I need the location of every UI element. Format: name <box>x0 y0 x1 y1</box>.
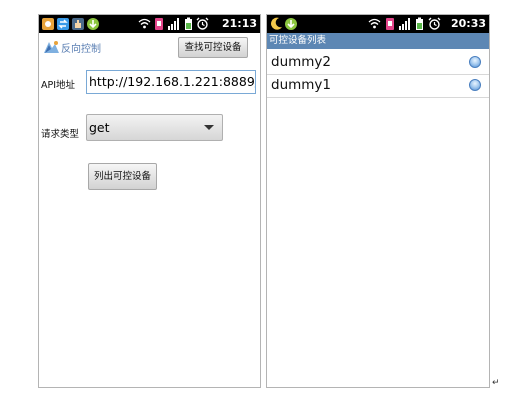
alarm-icon <box>196 17 209 30</box>
notification-hand-icon <box>72 18 84 30</box>
radio-button[interactable] <box>469 56 481 68</box>
api-url-input[interactable]: http://192.168.1.221:8889/ap <box>86 70 256 94</box>
list-item[interactable]: dummy2 <box>267 52 489 75</box>
request-type-select[interactable]: get <box>86 114 223 141</box>
find-devices-button[interactable]: 查找可控设备 <box>178 37 248 58</box>
signal-strength-icon <box>399 18 410 30</box>
list-devices-button[interactable]: 列出可控设备 <box>88 163 157 190</box>
status-bar: 21:13 <box>39 15 260 33</box>
status-bar: 20:33 <box>267 15 489 33</box>
battery-icon <box>416 17 423 30</box>
request-type-label: 请求类型 <box>41 129 80 140</box>
wifi-icon <box>138 18 151 29</box>
paragraph-mark: ↵ <box>492 378 500 388</box>
device-list-header: 可控设备列表 <box>267 33 489 49</box>
api-address-label: API地址 <box>41 80 76 91</box>
alarm-icon <box>428 17 441 30</box>
screen-main: 21:13 反向控制 查找可控设备 API地址 http://192.168.1… <box>38 14 261 388</box>
moon-icon <box>271 17 282 30</box>
list-item[interactable]: dummy1 <box>267 75 489 98</box>
signal-strength-icon <box>168 18 179 30</box>
notification-app-icon <box>42 18 54 30</box>
sim-alert-icon <box>155 18 163 30</box>
wifi-icon <box>368 18 381 29</box>
status-time: 20:33 <box>450 17 486 30</box>
battery-icon <box>185 17 192 30</box>
device-name: dummy1 <box>271 77 332 93</box>
device-name: dummy2 <box>271 54 332 70</box>
app-logo-icon <box>44 41 59 53</box>
notification-download-icon <box>285 18 297 30</box>
sim-alert-icon <box>386 18 394 30</box>
radio-button[interactable] <box>469 79 481 91</box>
dropdown-arrow-icon <box>204 125 214 130</box>
request-type-value: get <box>89 120 110 135</box>
status-time: 21:13 <box>221 17 257 30</box>
notification-sync-icon <box>57 18 69 30</box>
notification-download-icon <box>87 18 99 30</box>
app-title: 反向控制 <box>61 44 101 55</box>
screen-device-list: 20:33 可控设备列表 dummy2 dummy1 <box>266 14 490 388</box>
